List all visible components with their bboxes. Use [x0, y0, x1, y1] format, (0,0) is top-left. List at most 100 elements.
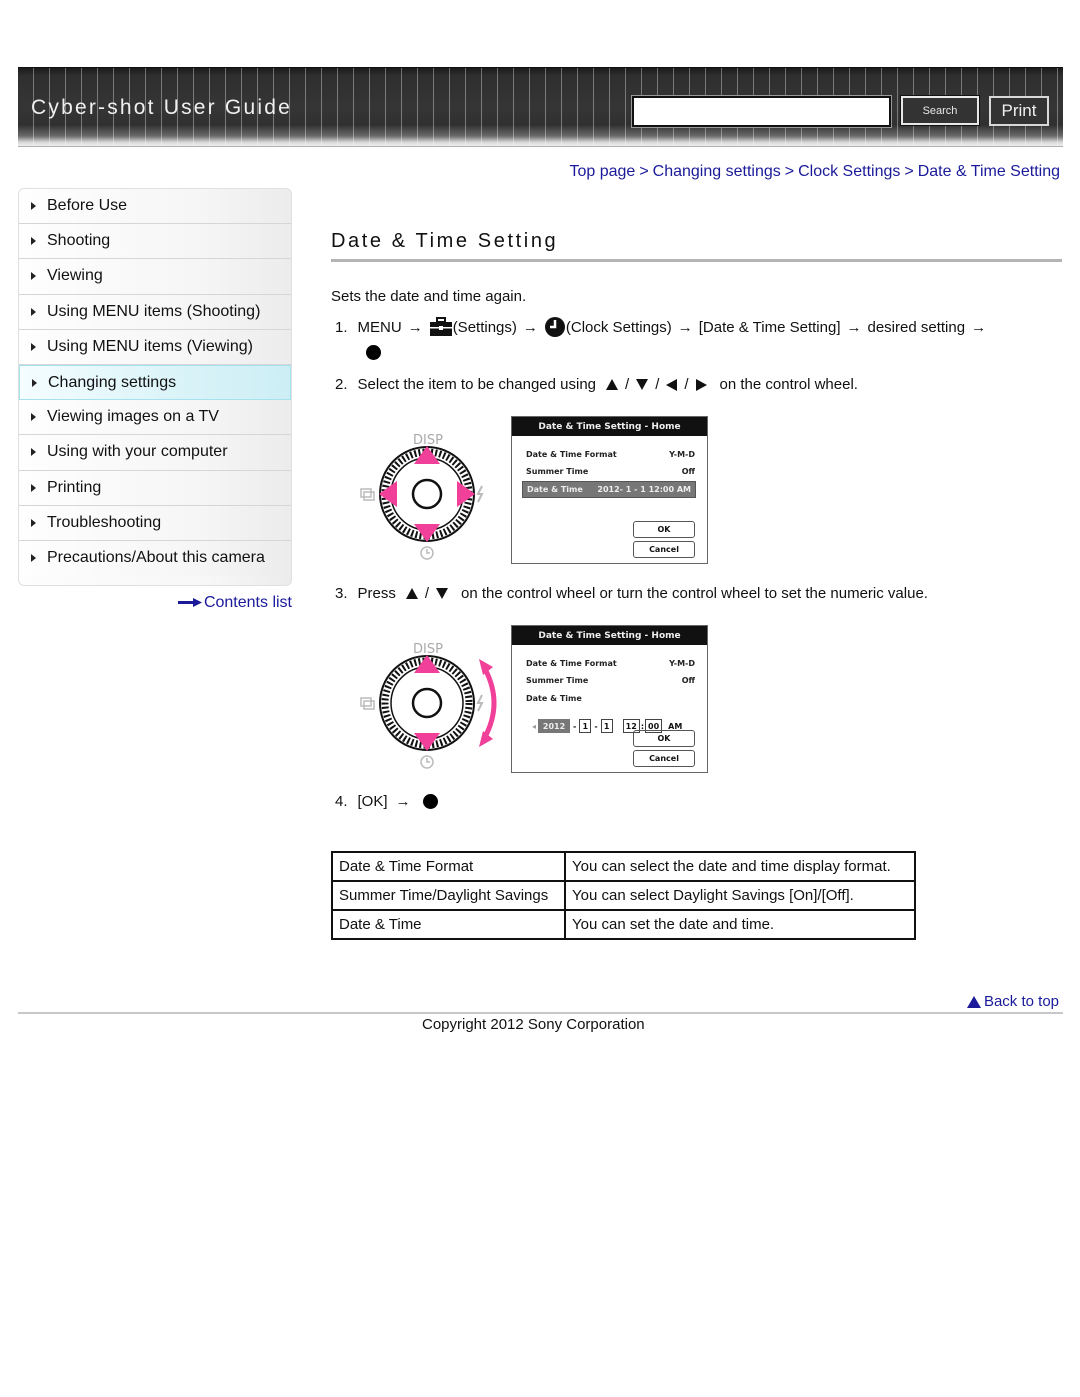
self-timer-icon [420, 546, 434, 560]
center-button-icon [366, 345, 381, 360]
screen-row-value: Off [681, 467, 695, 476]
month-field: 1 [579, 719, 592, 733]
settings-toolbox-icon [429, 317, 452, 336]
sidebar-item-label: Printing [47, 478, 102, 496]
screen-cancel-button: Cancel [633, 750, 695, 767]
step-text: Press [357, 585, 396, 602]
breadcrumb-date-time-setting[interactable]: Date & Time Setting [918, 163, 1060, 180]
sidebar-item-label: Precautions/About this camera [47, 549, 265, 567]
contents-list-link[interactable]: Contents list [177, 594, 292, 612]
screen-row-label: Date & Time [526, 694, 582, 703]
screen-row-date-time: Date & Time [526, 694, 695, 703]
slash: / [424, 585, 430, 602]
step-2: 2. Select the item to be changed using /… [335, 376, 858, 393]
table-cell-value: You can set the date and time. [564, 909, 916, 940]
search-button[interactable]: Search [900, 95, 980, 126]
screen-header: Date & Time Setting - Home [512, 417, 707, 436]
step-number: 1. [335, 318, 348, 336]
slash: / [684, 376, 689, 393]
arrow-right-icon: → [677, 318, 693, 336]
screen-row-value: Y-M-D [669, 659, 695, 668]
screen-row-label: Date & Time [527, 485, 583, 494]
screen-row-format: Date & Time Format Y-M-D [526, 659, 695, 668]
triangle-up-icon [606, 379, 619, 390]
screen-row-value: Off [681, 676, 695, 685]
slash: / [625, 376, 630, 393]
sidebar-item-changing-settings[interactable]: Changing settings [19, 364, 291, 401]
sidebar-item-label: Shooting [47, 232, 111, 250]
sidebar-item-shooting[interactable]: Shooting [19, 224, 291, 260]
screen-row-format: Date & Time Format Y-M-D [526, 450, 695, 459]
step-number: 3. [335, 585, 348, 602]
sidebar-item-viewing-tv[interactable]: Viewing images on a TV [19, 400, 291, 436]
screen-row-summer-time: Summer Time Off [526, 467, 695, 476]
field-separator: - [573, 721, 577, 731]
screen-row-date-time-selected: Date & Time 2012- 1 - 1 12:00 AM [522, 481, 696, 498]
screen-row-value: 2012- 1 - 1 12:00 AM [597, 485, 691, 494]
back-to-top-label: Back to top [983, 993, 1059, 1010]
page-title: Date & Time Setting [331, 230, 559, 252]
triangle-down-icon [636, 379, 649, 390]
year-field: 2012 [538, 719, 571, 733]
breadcrumb-clock-settings[interactable]: Clock Settings [798, 163, 900, 180]
sidebar-item-label: Using MENU items (Viewing) [47, 337, 253, 355]
sidebar-item-menu-viewing[interactable]: Using MENU items (Viewing) [19, 329, 291, 365]
sidebar-item-computer[interactable]: Using with your computer [19, 435, 291, 471]
table-row: Date & Time Format You can select the dat… [331, 851, 916, 882]
camera-screen-2: Date & Time Setting - Home Date & Time F… [511, 625, 708, 773]
sidebar-item-label: Using with your computer [47, 443, 228, 461]
arrow-right-icon: → [971, 318, 987, 336]
sidebar-item-troubleshooting[interactable]: Troubleshooting [19, 505, 291, 541]
sidebar-item-label: Before Use [47, 197, 128, 215]
control-wheel-diagram-2: DISP [360, 642, 497, 769]
sidebar-item-printing[interactable]: Printing [19, 470, 291, 506]
table-cell-key: Date & Time Format [331, 851, 566, 882]
step-1: 1. MENU → (Settings) → (Clock Settings) … [335, 316, 992, 338]
step-text: [OK] [357, 793, 388, 810]
breadcrumb-changing-settings[interactable]: Changing settings [653, 163, 781, 180]
sidebar-item-viewing[interactable]: Viewing [19, 259, 291, 295]
disp-label: DISP [413, 433, 443, 448]
header-divider [18, 146, 1063, 147]
search-input[interactable] [631, 95, 892, 128]
arrow-right-icon: → [395, 793, 411, 810]
sidebar-item-menu-shooting[interactable]: Using MENU items (Shooting) [19, 294, 291, 330]
triangle-up-icon [966, 995, 981, 1008]
contents-list-label: Contents list [203, 594, 292, 611]
screen-row-label: Date & Time Format [526, 659, 617, 668]
camera-screen-1: Date & Time Setting - Home Date & Time F… [511, 416, 708, 564]
clock-icon [544, 317, 565, 337]
arrow-right-icon: → [522, 318, 538, 336]
field-separator: - [594, 721, 598, 731]
sidebar-nav: Before Use Shooting Viewing Using MENU i… [18, 188, 292, 586]
sidebar-item-before-use[interactable]: Before Use [19, 189, 291, 225]
step-text: [Date & Time Setting] [698, 318, 841, 336]
table-row: Date & Time You can set the date and time… [331, 909, 916, 940]
breadcrumb-top-page[interactable]: Top page [569, 163, 635, 180]
sidebar-item-precautions[interactable]: Precautions/About this camera [19, 540, 291, 577]
table-cell-key: Date & Time [331, 909, 566, 940]
caret-right-icon [31, 483, 36, 492]
settings-table: Date & Time Format You can select the dat… [331, 851, 916, 940]
sidebar-item-label: Troubleshooting [47, 513, 162, 531]
breadcrumb: Top page > Changing settings > Clock Setting… [569, 163, 1060, 181]
breadcrumb-separator: > [784, 163, 795, 180]
screen-cancel-button: Cancel [633, 541, 695, 558]
caret-right-icon [31, 237, 36, 246]
triangle-up-icon [405, 588, 418, 599]
step-number: 2. [335, 376, 348, 393]
step-text: desired setting [867, 318, 966, 336]
back-to-top-link[interactable]: Back to top [966, 993, 1059, 1010]
intro-text: Sets the date and time again. [331, 288, 527, 305]
arrow-right-icon: → [407, 318, 423, 336]
slash: / [655, 376, 660, 393]
print-button[interactable]: Print [989, 96, 1049, 126]
field-left-arrow-icon: ◂ [532, 721, 537, 731]
screen-ok-button: OK [633, 730, 695, 747]
caret-right-icon [31, 413, 36, 422]
table-cell-value: You can select Daylight Savings [On]/[Of… [564, 880, 916, 911]
breadcrumb-separator: > [639, 163, 649, 180]
self-timer-icon [420, 755, 434, 769]
day-field: 1 [600, 719, 613, 733]
sidebar-item-label: Viewing images on a TV [47, 408, 219, 426]
